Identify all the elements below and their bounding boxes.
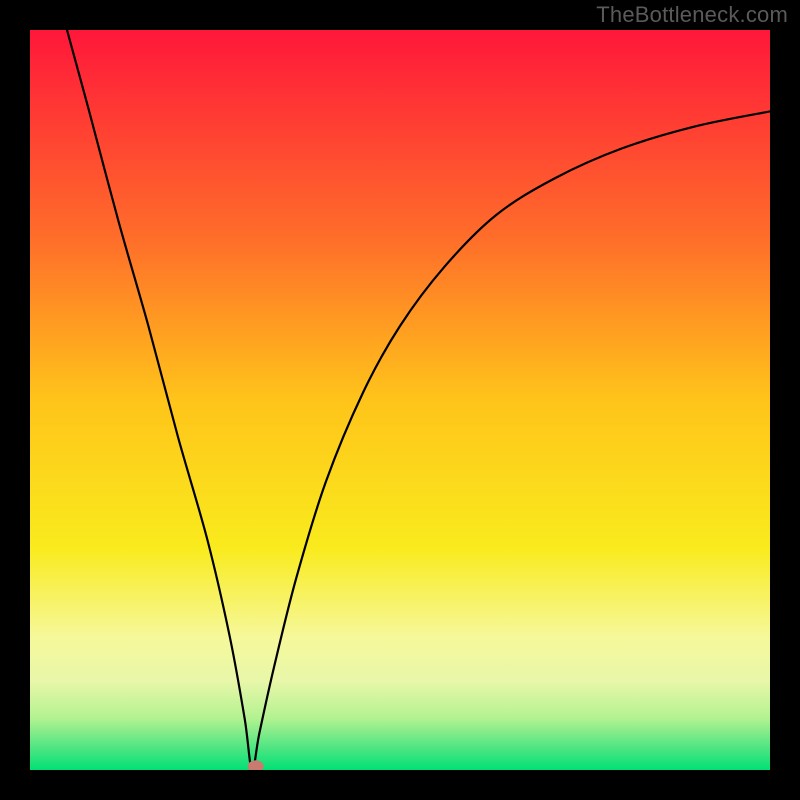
curve-layer: [30, 30, 770, 770]
watermark-text: TheBottleneck.com: [596, 2, 788, 28]
plot-area: [30, 30, 770, 770]
bottleneck-curve: [67, 30, 770, 770]
chart-frame: TheBottleneck.com: [0, 0, 800, 800]
